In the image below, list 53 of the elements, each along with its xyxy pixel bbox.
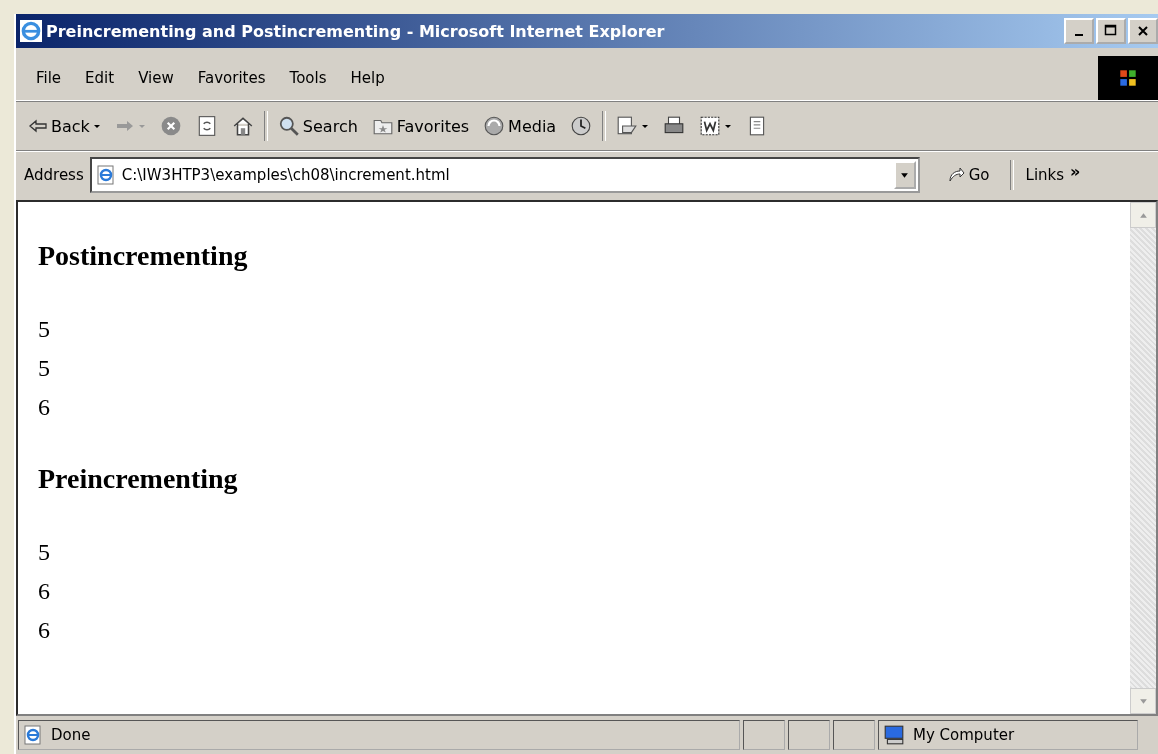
forward-arrow-icon bbox=[114, 118, 135, 134]
output-line: 6 bbox=[38, 577, 51, 606]
status-pane bbox=[788, 720, 830, 750]
caret-icon bbox=[92, 122, 101, 130]
maximize-button[interactable] bbox=[1096, 18, 1126, 44]
window-title: Preincrementing and Postincrementing - Microsoft Internet Explorer bbox=[46, 21, 666, 41]
more-links-button[interactable]: » bbox=[1070, 161, 1081, 181]
computer-icon bbox=[883, 724, 905, 746]
output-line: 5 bbox=[38, 538, 51, 567]
output-line: 6 bbox=[38, 616, 51, 645]
ie-page-icon bbox=[23, 725, 43, 745]
output-line: 5 bbox=[38, 315, 51, 344]
back-button[interactable]: Back bbox=[24, 114, 105, 138]
dropdown-button[interactable] bbox=[893, 161, 916, 189]
minimize-icon bbox=[1075, 34, 1083, 36]
back-arrow-icon bbox=[28, 118, 48, 134]
mail-icon bbox=[616, 115, 639, 137]
menu-item[interactable]: Favorites bbox=[185, 69, 278, 87]
menu-item[interactable]: File bbox=[24, 69, 74, 87]
status-pane bbox=[833, 720, 875, 750]
close-button[interactable] bbox=[1128, 18, 1158, 44]
page-icon bbox=[95, 165, 116, 185]
search-button[interactable]: Search bbox=[273, 113, 362, 139]
go-button[interactable]: Go bbox=[925, 165, 1004, 185]
maximize-icon bbox=[1104, 24, 1118, 38]
ie-logo-icon bbox=[20, 20, 42, 42]
minimize-button[interactable] bbox=[1064, 18, 1094, 44]
zone-text: My Computer bbox=[913, 726, 1015, 744]
status-text: Done bbox=[51, 726, 91, 744]
magnifier-icon bbox=[277, 115, 300, 137]
caret-icon bbox=[641, 122, 650, 130]
word-document-icon bbox=[699, 115, 722, 137]
close-icon bbox=[1136, 24, 1150, 38]
output-line: 5 bbox=[38, 354, 51, 383]
caret-icon bbox=[900, 170, 910, 180]
windows-logo-icon bbox=[1098, 56, 1158, 100]
status-pane bbox=[743, 720, 785, 750]
menu-item[interactable]: View bbox=[126, 69, 186, 87]
address-label: Address bbox=[24, 166, 84, 184]
heading: Preincrementing bbox=[38, 463, 239, 495]
links-button[interactable]: Links bbox=[1019, 166, 1065, 184]
address-field[interactable]: C:\IW3HTP3\examples\ch08\increment.html bbox=[89, 157, 920, 193]
menu-item[interactable]: Edit bbox=[73, 69, 127, 87]
media-button[interactable]: Media bbox=[479, 113, 561, 139]
output-line: 6 bbox=[38, 393, 51, 422]
caret-icon bbox=[137, 122, 146, 130]
menu-item[interactable]: Help bbox=[338, 69, 397, 87]
menu-item[interactable]: Tools bbox=[277, 69, 339, 87]
up-arrow-icon bbox=[1138, 210, 1148, 220]
favorites-button[interactable]: Favorites bbox=[367, 113, 474, 139]
down-arrow-icon bbox=[1138, 696, 1148, 706]
heading: Postincrementing bbox=[38, 240, 249, 272]
caret-icon bbox=[724, 122, 733, 130]
